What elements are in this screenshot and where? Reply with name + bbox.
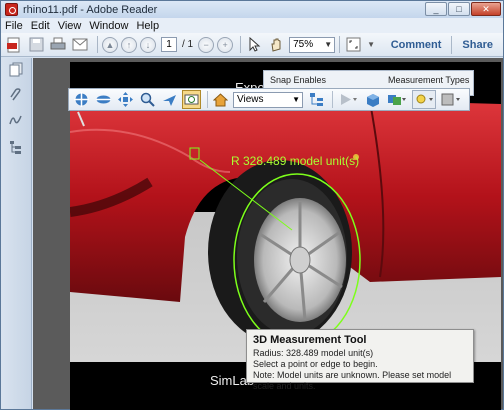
select-cursor-icon[interactable] xyxy=(245,36,263,54)
menu-view[interactable]: View xyxy=(58,20,82,32)
menu-file[interactable]: File xyxy=(5,20,23,32)
chevron-down-icon: ▼ xyxy=(324,39,333,49)
comment-button[interactable]: Comment xyxy=(391,39,442,51)
tooltip-note: Note: Model units are unknown. Please se… xyxy=(253,370,452,391)
zoom-value: 75% xyxy=(293,38,314,50)
fit-page-icon[interactable] xyxy=(344,36,362,54)
save-icon[interactable] xyxy=(27,36,45,54)
toolbar-separator xyxy=(332,91,333,108)
window-title: rhino11.pdf - Adobe Reader xyxy=(23,3,158,16)
close-button[interactable]: ✕ xyxy=(471,2,501,16)
model-tree-toggle-icon[interactable] xyxy=(307,90,326,109)
more-tools-icon[interactable]: ▼ xyxy=(366,36,376,54)
toolbar-right: Comment Share xyxy=(391,35,503,54)
toolbar-separator xyxy=(339,36,341,53)
email-icon[interactable] xyxy=(71,36,89,54)
chevron-down-icon: ▼ xyxy=(292,94,300,104)
tooltip-instruction: Select a point or edge to begin. xyxy=(253,359,378,369)
zoom-in-icon[interactable]: + xyxy=(217,36,234,53)
zoom-icon[interactable] xyxy=(138,90,157,109)
measurement-label: R 328.489 model unit(s) xyxy=(231,154,360,168)
pages-icon[interactable] xyxy=(9,62,23,77)
page-number-input[interactable]: 1 xyxy=(161,37,177,52)
toolbar-separator xyxy=(207,91,208,108)
projection-icon[interactable] xyxy=(363,90,382,109)
views-select[interactable]: Views ▼ xyxy=(233,91,303,108)
tooltip-title: 3D Measurement Tool xyxy=(253,334,367,346)
hand-tool-icon[interactable] xyxy=(267,36,285,54)
main-toolbar: ▲ ↑ ↓ 1 / 1 − + 75% ▼ ▼ Comment Share xyxy=(1,33,503,57)
maximize-button[interactable]: □ xyxy=(448,2,470,16)
play-animation-icon[interactable] xyxy=(336,90,360,109)
measurement-types-label: Measurement Types xyxy=(388,75,470,85)
navigation-pane xyxy=(1,58,32,409)
model-tree-icon[interactable] xyxy=(9,140,23,155)
previous-page-icon[interactable]: ↑ xyxy=(121,36,137,53)
zoom-out-icon[interactable]: − xyxy=(198,36,215,53)
first-page-icon[interactable]: ▲ xyxy=(102,36,118,53)
measurement-tooltip: 3D Measurement Tool Radius: 328.489 mode… xyxy=(246,329,474,391)
page-total: / 1 xyxy=(182,39,194,50)
signatures-icon[interactable] xyxy=(9,112,23,127)
toolbar-separator xyxy=(240,36,242,53)
menu-help[interactable]: Help xyxy=(136,20,159,32)
background-color-icon[interactable] xyxy=(439,90,463,109)
attachments-icon[interactable] xyxy=(9,87,23,102)
adobe-reader-icon xyxy=(5,3,18,16)
window-controls: _ □ ✕ xyxy=(425,2,501,16)
snap-enables-label: Snap Enables xyxy=(270,75,327,85)
views-label: Views xyxy=(237,93,264,105)
app-window: rhino11.pdf - Adobe Reader _ □ ✕ File Ed… xyxy=(0,0,504,410)
menu-edit[interactable]: Edit xyxy=(31,20,50,32)
spin-icon[interactable] xyxy=(94,90,113,109)
print-icon[interactable] xyxy=(49,36,67,54)
3d-toolbar: Views ▼ xyxy=(68,88,470,111)
toolbar-divider xyxy=(451,35,453,54)
home-view-icon[interactable] xyxy=(211,90,230,109)
menu-bar: File Edit View Window Help xyxy=(1,18,503,33)
create-pdf-icon[interactable] xyxy=(5,36,23,54)
tooltip-radius: Radius: 328.489 model unit(s) xyxy=(253,348,374,358)
measurement-tool-icon[interactable] xyxy=(182,90,201,109)
toolbar-separator xyxy=(97,36,98,53)
next-page-icon[interactable]: ↓ xyxy=(140,36,156,53)
share-button[interactable]: Share xyxy=(462,39,493,51)
title-bar: rhino11.pdf - Adobe Reader _ □ ✕ xyxy=(1,1,503,18)
rotate-icon[interactable] xyxy=(72,90,91,109)
zoom-select[interactable]: 75% ▼ xyxy=(289,36,336,53)
render-mode-icon[interactable] xyxy=(385,90,409,109)
fly-icon[interactable] xyxy=(160,90,179,109)
lighting-icon[interactable] xyxy=(412,90,436,109)
menu-window[interactable]: Window xyxy=(89,20,128,32)
pan-icon[interactable] xyxy=(116,90,135,109)
minimize-button[interactable]: _ xyxy=(425,2,447,16)
